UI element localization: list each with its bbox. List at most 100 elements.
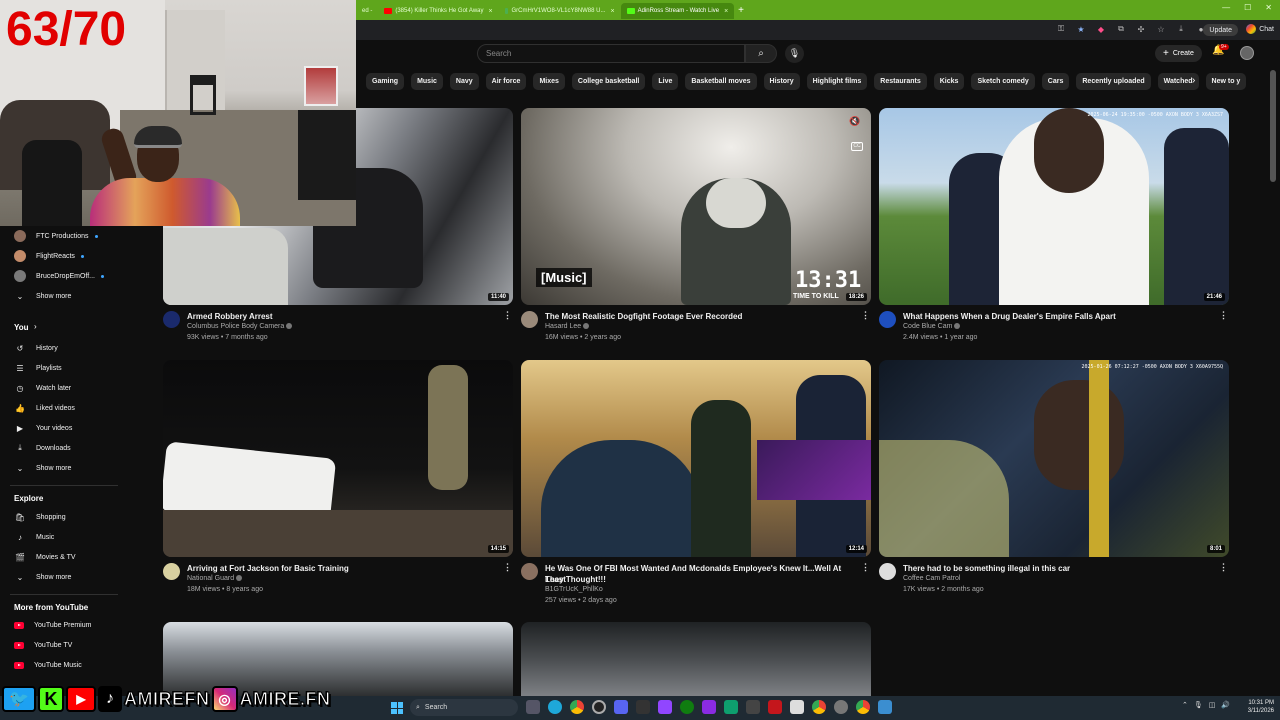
chip[interactable]: Highlight films xyxy=(806,73,868,90)
channel-avatar[interactable] xyxy=(163,563,180,580)
account-avatar[interactable] xyxy=(1240,46,1254,60)
more-options-icon[interactable]: ⋮ xyxy=(861,562,870,573)
sidebar-subscription[interactable]: FTC Productions xyxy=(14,229,98,243)
channel-avatar[interactable] xyxy=(521,311,538,328)
show-more-button[interactable]: ⌄ Show more xyxy=(14,570,72,584)
video-thumbnail-8[interactable] xyxy=(521,622,871,696)
chip[interactable]: Music xyxy=(411,73,443,90)
chevron-right-icon[interactable]: › xyxy=(1192,75,1195,86)
tab-close-icon[interactable]: × xyxy=(724,8,728,15)
key-icon[interactable]: ⚿ xyxy=(1056,24,1066,34)
taskbar-search[interactable]: ⌕ Search xyxy=(410,699,518,716)
video-title[interactable]: There had to be something illegal in thi… xyxy=(903,563,1203,574)
close-window-icon[interactable]: ✕ xyxy=(1265,3,1272,12)
windows-start-icon[interactable] xyxy=(391,702,403,714)
mic-tray-icon[interactable]: 🎙 xyxy=(1194,701,1203,709)
more-options-icon[interactable]: ⋮ xyxy=(503,562,512,573)
chip[interactable]: Gaming xyxy=(366,73,405,90)
chip[interactable]: History xyxy=(763,73,800,90)
captions-icon[interactable]: CC xyxy=(851,142,863,151)
xbox-icon[interactable] xyxy=(680,700,694,714)
chip[interactable]: Basketball moves xyxy=(685,73,757,90)
twitch-icon[interactable] xyxy=(658,700,672,714)
video-title-line2[interactable]: They Thought!!! xyxy=(545,574,845,585)
sidebar-item[interactable]: ♪ Music xyxy=(14,530,54,544)
app-icon[interactable] xyxy=(790,700,804,714)
sidebar-subscription[interactable]: BruceDropEmOff... xyxy=(14,269,105,283)
chrome-icon[interactable] xyxy=(812,700,826,714)
chip[interactable]: Sketch comedy xyxy=(971,73,1035,90)
app-icon[interactable] xyxy=(636,700,650,714)
video-thumbnail-6[interactable]: 2025-01-26 07:12:27 -0500 AXON BODY 3 X6… xyxy=(879,360,1229,557)
sidebar-item[interactable]: 🛍 Shopping xyxy=(14,510,66,524)
video-thumbnail-5[interactable]: 12:14 xyxy=(521,360,871,557)
chip[interactable]: Mixes xyxy=(533,73,565,90)
more-options-icon[interactable]: ⋮ xyxy=(861,310,870,321)
chrome-icon[interactable] xyxy=(856,700,870,714)
scrollbar[interactable] xyxy=(1270,70,1276,182)
video-title[interactable]: What Happens When a Drug Dealer's Empire… xyxy=(903,311,1203,322)
voice-search-button[interactable]: 🎙 xyxy=(785,44,804,63)
chip[interactable]: Navy xyxy=(449,73,479,90)
browser-tab[interactable]: ed - xyxy=(356,3,378,19)
sidebar-item[interactable]: YouTube Music xyxy=(14,658,82,672)
sidebar-item[interactable]: ⤓ Downloads xyxy=(14,441,70,455)
more-options-icon[interactable]: ⋮ xyxy=(503,310,512,321)
sidebar-item[interactable]: ☰ Playlists xyxy=(14,361,61,375)
channel-name[interactable]: B1GTrUcK_PhllKo xyxy=(545,586,603,593)
app-icon[interactable] xyxy=(724,700,738,714)
create-button[interactable]: + Create xyxy=(1155,45,1202,62)
section-heading-you[interactable]: You xyxy=(14,323,29,332)
app-icon[interactable] xyxy=(878,700,892,714)
chip[interactable]: Cars xyxy=(1041,73,1070,90)
channel-avatar[interactable] xyxy=(879,311,896,328)
puzzle-icon[interactable]: ✣ xyxy=(1136,24,1146,34)
more-options-icon[interactable]: ⋮ xyxy=(1219,562,1228,573)
browser-tab[interactable]: GrCmHrV1WO8-VL1cY8NW88 U... × xyxy=(499,3,621,19)
sidebar-item[interactable]: 👍 Liked videos xyxy=(14,401,75,415)
sidebar-item[interactable]: YouTube Premium xyxy=(14,618,91,632)
channel-avatar[interactable] xyxy=(879,563,896,580)
sidebar-item[interactable]: YouTube TV xyxy=(14,638,72,652)
acrobat-icon[interactable] xyxy=(768,700,782,714)
app-icon[interactable] xyxy=(746,700,760,714)
tab-close-icon[interactable]: × xyxy=(489,8,493,15)
video-title[interactable]: Armed Robbery Arrest xyxy=(187,311,487,322)
chip[interactable]: Air force xyxy=(485,73,527,90)
channel-name[interactable]: National Guard xyxy=(187,575,243,582)
channel-name[interactable]: Code Blue Cam xyxy=(903,323,961,330)
taskbar-clock[interactable]: 10:31 PM 3/11/2026 xyxy=(1240,699,1274,715)
edge-icon[interactable] xyxy=(548,700,562,714)
extension-icon[interactable]: ⧉ xyxy=(1116,24,1126,34)
channel-name[interactable]: Hasard Lee xyxy=(545,323,590,330)
chrome-icon[interactable] xyxy=(570,700,584,714)
download-browser-icon[interactable]: ⤓ xyxy=(1176,24,1186,34)
minimize-icon[interactable]: — xyxy=(1222,3,1230,12)
chip[interactable]: Restaurants xyxy=(874,73,927,90)
search-input[interactable]: Search xyxy=(477,44,745,63)
video-title[interactable]: The Most Realistic Dogfight Footage Ever… xyxy=(545,311,845,322)
browser-tab[interactable]: (3854) Killer Thinks He Got Away × xyxy=(378,3,498,19)
chip[interactable]: Recently uploaded xyxy=(1076,73,1151,90)
chip[interactable]: Kicks xyxy=(933,73,965,90)
sidebar-item[interactable]: ↺ History xyxy=(14,341,58,355)
update-button[interactable]: Update xyxy=(1203,24,1238,36)
sidebar-subscription[interactable]: FlightReacts xyxy=(14,249,84,263)
volume-icon[interactable]: 🔊 xyxy=(1221,701,1230,709)
chip[interactable]: Live xyxy=(652,73,679,90)
channel-name[interactable]: Columbus Police Body Camera xyxy=(187,323,293,330)
chevron-up-icon[interactable]: ⌃ xyxy=(1182,701,1188,709)
app-icon[interactable] xyxy=(702,700,716,714)
video-thumbnail-4[interactable]: 14:15 xyxy=(163,360,513,557)
discord-icon[interactable] xyxy=(614,700,628,714)
network-icon[interactable]: ◫ xyxy=(1209,701,1216,709)
chat-button[interactable]: Chat xyxy=(1246,24,1274,34)
show-more-button[interactable]: ⌄ Show more xyxy=(14,289,72,303)
more-options-icon[interactable]: ⋮ xyxy=(1219,310,1228,321)
sidebar-item[interactable]: 🎬 Movies & TV xyxy=(14,550,76,564)
channel-avatar[interactable] xyxy=(163,311,180,328)
task-view-icon[interactable] xyxy=(526,700,540,714)
sidebar-item[interactable]: ◷ Watch later xyxy=(14,381,72,395)
video-thumbnail-3[interactable]: 2025-06-24 19:35:00 -0500 AXON BODY 3 X6… xyxy=(879,108,1229,305)
maximize-icon[interactable]: ☐ xyxy=(1244,3,1251,12)
